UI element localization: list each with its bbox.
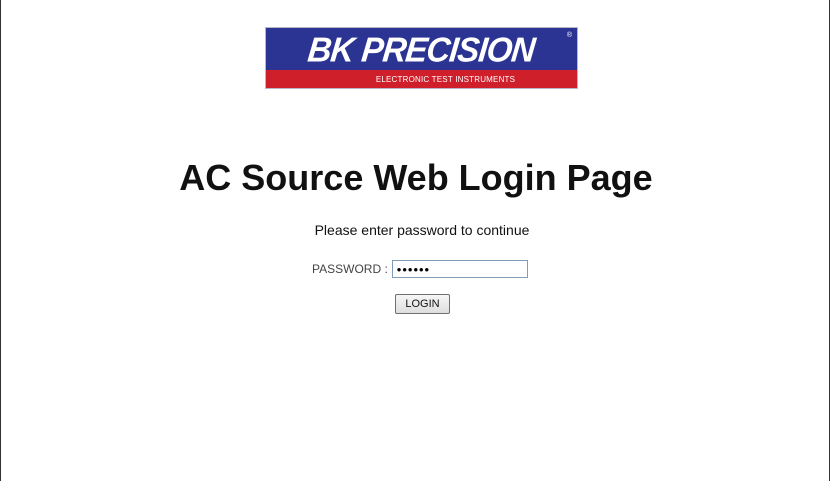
login-instructions: Please enter password to continue (314, 222, 530, 238)
password-input[interactable] (391, 260, 528, 278)
logo-wordmark: BK PRECISION (306, 29, 537, 69)
logo-tagline: ELECTRONIC TEST INSTRUMENTS (266, 70, 577, 88)
password-label: PASSWORD : (312, 262, 388, 276)
page-frame: BK PRECISION ® ELECTRONIC TEST INSTRUMEN… (0, 0, 830, 481)
logo-top-band: BK PRECISION ® (266, 28, 577, 70)
password-row: PASSWORD : (312, 259, 528, 279)
bk-precision-logo: BK PRECISION ® ELECTRONIC TEST INSTRUMEN… (266, 28, 577, 88)
registered-mark: ® (566, 32, 572, 39)
page-title: AC Source Web Login Page (179, 157, 653, 198)
login-button[interactable]: LOGIN (395, 294, 450, 314)
